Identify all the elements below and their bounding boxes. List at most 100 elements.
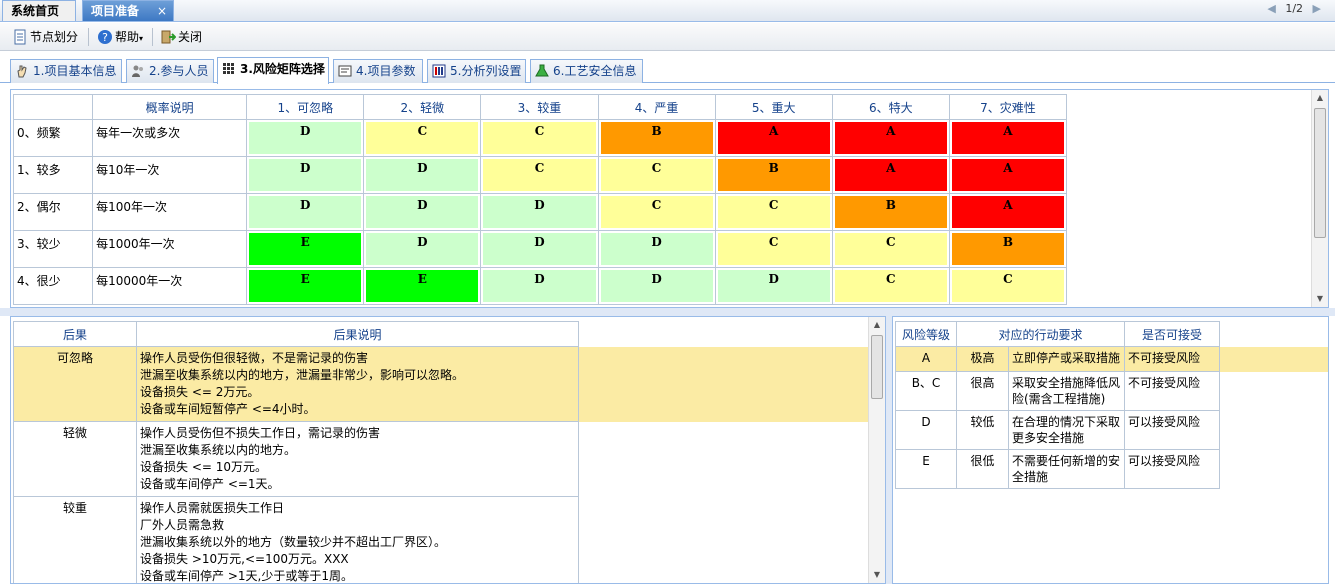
scroll-thumb[interactable] bbox=[1314, 108, 1326, 238]
column-header[interactable] bbox=[12, 94, 94, 120]
risk-cell[interactable]: D bbox=[480, 267, 599, 305]
risk-cell[interactable]: A bbox=[948, 119, 1068, 157]
risk-cell[interactable]: D bbox=[246, 156, 365, 194]
column-header[interactable]: 是否可接受 bbox=[1124, 321, 1221, 347]
column-header[interactable]: 1、可忽略 bbox=[246, 94, 365, 120]
tab-participants[interactable]: 2.参与人员 bbox=[126, 59, 214, 83]
consequence-description: 操作人员需就医损失工作日 厂外人员需急救 泄漏收集系统以外的地方（数量较少并不超出工… bbox=[136, 496, 579, 583]
table-row[interactable]: 3、较少 每1000年一次 E D D D C C B bbox=[12, 230, 1068, 268]
tab-home[interactable]: 系统首页 bbox=[2, 0, 76, 21]
tab-basic-info[interactable]: 1.项目基本信息 bbox=[10, 59, 122, 83]
description-line: 操作人员受伤但很轻微，不是需记录的伤害 bbox=[140, 351, 369, 365]
risk-cell[interactable]: D bbox=[480, 230, 599, 268]
tab-risk-matrix[interactable]: 3.风险矩阵选择 bbox=[217, 57, 329, 84]
table-row[interactable]: D 较低 在合理的情况下采取更多安全措施 可以接受风险 bbox=[895, 410, 1329, 450]
scroll-up-icon[interactable]: ▲ bbox=[869, 317, 885, 333]
risk-cell[interactable]: C bbox=[363, 119, 482, 157]
risk-cell[interactable]: D bbox=[597, 230, 716, 268]
horizontal-splitter[interactable] bbox=[0, 308, 1335, 316]
tab-analysis-columns[interactable]: 5.分析列设置 bbox=[427, 59, 526, 83]
risk-cell[interactable]: C bbox=[714, 230, 833, 268]
risk-cell[interactable]: A bbox=[831, 156, 950, 194]
column-header[interactable]: 6、特大 bbox=[831, 94, 950, 120]
column-header[interactable]: 概率说明 bbox=[92, 94, 248, 120]
node-division-button[interactable]: 节点划分 bbox=[10, 27, 78, 47]
column-header[interactable]: 后果 bbox=[13, 321, 137, 347]
risk-cell[interactable]: C bbox=[597, 156, 716, 194]
risk-cell[interactable]: C bbox=[597, 193, 716, 231]
scroll-down-icon[interactable]: ▼ bbox=[1312, 291, 1328, 307]
column-header[interactable]: 4、严重 bbox=[597, 94, 716, 120]
risk-cell[interactable]: D bbox=[597, 267, 716, 305]
table-row[interactable]: 2、偶尔 每100年一次 D D D C C B A bbox=[12, 193, 1068, 231]
risk-cell[interactable]: E bbox=[246, 230, 365, 268]
risk-cell[interactable]: C bbox=[714, 193, 833, 231]
risk-cell[interactable]: C bbox=[831, 267, 950, 305]
risk-grade: B bbox=[717, 159, 830, 191]
risk-cell[interactable]: A bbox=[948, 193, 1068, 231]
prev-arrow-icon[interactable]: ◀ bbox=[1267, 2, 1275, 15]
probability-level: 4、很少 bbox=[12, 267, 94, 305]
table-row[interactable]: 较重 操作人员需就医损失工作日 厂外人员需急救 泄漏收集系统以外的地方（数量较少并不超… bbox=[13, 496, 870, 583]
column-header[interactable]: 对应的行动要求 bbox=[955, 321, 1126, 347]
pager: ◀ 1/2 ▶ bbox=[1261, 2, 1327, 15]
risk-cell[interactable]: C bbox=[948, 267, 1068, 305]
risk-cell[interactable]: A bbox=[714, 119, 833, 157]
risk-cell[interactable]: B bbox=[948, 230, 1068, 268]
risk-cell[interactable]: B bbox=[831, 193, 950, 231]
risk-cell[interactable]: D bbox=[246, 193, 365, 231]
scroll-thumb[interactable] bbox=[871, 335, 883, 399]
risk-cell[interactable]: A bbox=[831, 119, 950, 157]
risk-degree: 很低 bbox=[956, 449, 1009, 489]
tab-process-safety[interactable]: 6.工艺安全信息 bbox=[530, 59, 643, 83]
column-header[interactable]: 2、轻微 bbox=[363, 94, 482, 120]
risk-grade: E bbox=[895, 449, 957, 489]
scroll-up-icon[interactable]: ▲ bbox=[1312, 90, 1328, 106]
risk-cell[interactable]: A bbox=[948, 156, 1068, 194]
probability-description: 每100年一次 bbox=[92, 193, 248, 231]
scroll-down-icon[interactable]: ▼ bbox=[869, 567, 885, 583]
risk-cell[interactable]: D bbox=[480, 193, 599, 231]
risk-cell[interactable]: C bbox=[480, 119, 599, 157]
row-filler bbox=[1220, 450, 1328, 489]
risk-grade: C bbox=[483, 122, 596, 154]
table-row[interactable]: 轻微 操作人员受伤但不损失工作日，需记录的伤害 泄漏至收集系统以内的地方。 设备损失 … bbox=[13, 421, 870, 497]
risk-cell[interactable]: D bbox=[363, 156, 482, 194]
risk-cell[interactable]: B bbox=[714, 156, 833, 194]
close-button[interactable]: 关闭 bbox=[158, 27, 202, 47]
matrix-scrollbar[interactable]: ▲ ▼ bbox=[1311, 90, 1328, 307]
table-row[interactable]: 1、较多 每10年一次 D D C C B A A bbox=[12, 156, 1068, 194]
column-header[interactable]: 后果说明 bbox=[136, 321, 579, 347]
risk-cell[interactable]: B bbox=[597, 119, 716, 157]
risk-cell[interactable]: E bbox=[246, 267, 365, 305]
consequences-scrollbar[interactable]: ▲ ▼ bbox=[868, 317, 885, 583]
tab-project-prep[interactable]: 项目准备 × bbox=[82, 0, 174, 21]
table-row[interactable]: 0、频繁 每年一次或多次 D C C B A A A bbox=[12, 119, 1068, 157]
table-row[interactable]: E 很低 不需要任何新增的安全措施 可以接受风险 bbox=[895, 449, 1329, 489]
help-button[interactable]: ? 帮助▾ bbox=[95, 27, 143, 47]
risk-cell[interactable]: C bbox=[480, 156, 599, 194]
table-row[interactable]: 4、很少 每10000年一次 E E D D D C C bbox=[12, 267, 1068, 305]
risk-cell[interactable]: E bbox=[363, 267, 482, 305]
risk-cell[interactable]: D bbox=[363, 193, 482, 231]
risk-matrix-pane: 概率说明 1、可忽略 2、轻微 3、较重 4、严重 5、重大 6、特大 7、灾难性 0、频繁每… bbox=[10, 89, 1329, 308]
risk-cell[interactable]: D bbox=[714, 267, 833, 305]
row-filler bbox=[1219, 346, 1328, 372]
table-row[interactable]: B、C 很高 采取安全措施降低风险(需含工程措施) 不可接受风险 bbox=[895, 371, 1329, 411]
column-header[interactable]: 5、重大 bbox=[714, 94, 833, 120]
close-icon[interactable]: × bbox=[157, 1, 167, 21]
table-row[interactable]: A 极高 立即停产或采取措施 不可接受风险 bbox=[895, 346, 1328, 372]
risk-cell[interactable]: C bbox=[831, 230, 950, 268]
table-row[interactable]: 可忽略 操作人员受伤但很轻微，不是需记录的伤害 泄漏至收集系统以内的地方，泄漏量非常… bbox=[13, 346, 870, 422]
next-arrow-icon[interactable]: ▶ bbox=[1313, 2, 1321, 15]
risk-cell[interactable]: D bbox=[363, 230, 482, 268]
tab-project-params[interactable]: 4.项目参数 bbox=[333, 59, 423, 83]
column-header[interactable]: 7、灾难性 bbox=[948, 94, 1068, 120]
action-requirement: 立即停产或采取措施 bbox=[1007, 346, 1126, 372]
risk-grade: A bbox=[951, 196, 1064, 228]
risk-grade: E bbox=[249, 233, 362, 265]
column-header[interactable]: 3、较重 bbox=[480, 94, 599, 120]
risk-grade: D bbox=[249, 159, 362, 191]
column-header[interactable]: 风险等级 bbox=[895, 321, 957, 347]
risk-cell[interactable]: D bbox=[246, 119, 365, 157]
